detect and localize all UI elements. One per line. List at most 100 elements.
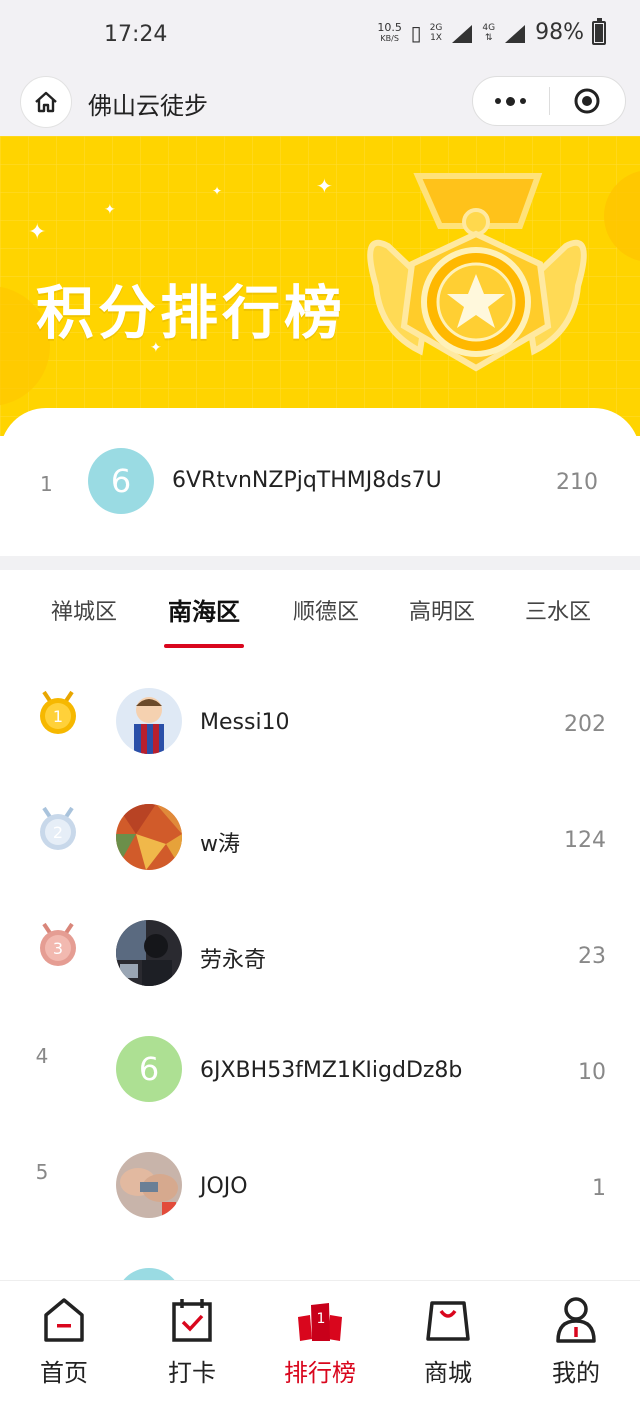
svg-text:3: 3: [53, 939, 63, 958]
svg-text:2: 2: [53, 823, 63, 842]
network-speed: 10.5 KB/S: [377, 22, 403, 44]
tabbar-label: 排行榜: [284, 1359, 356, 1387]
tabbar-label: 首页: [40, 1359, 88, 1387]
bottom-tab-bar: 首页 打卡 1 排行榜 商城 我的: [0, 1280, 640, 1408]
my-avatar: 6: [88, 448, 154, 514]
bronze-medal-icon: 3: [40, 922, 76, 966]
shopping-bag-icon: [426, 1301, 470, 1341]
tabbar-ranking[interactable]: 1 排行榜: [256, 1295, 384, 1395]
signal-icon: [452, 24, 473, 43]
photo-avatar-image: [116, 920, 182, 986]
person-icon: [556, 1297, 596, 1343]
network-type-2g: 2G 1X: [430, 23, 443, 43]
data-arrows-icon: ⇅: [484, 32, 493, 43]
sparkle-icon: ✦: [28, 220, 47, 245]
sparkle-icon: ✦: [212, 184, 223, 198]
ranking-row-partial[interactable]: [0, 1234, 640, 1280]
tabbar-checkin[interactable]: 打卡: [128, 1295, 256, 1395]
calendar-check-icon: [172, 1299, 212, 1342]
leaderboard-banner: ✦ ✦ ✦ ✦ ✦ 积分排行榜: [0, 136, 640, 436]
ranking-row[interactable]: 1 Messi10 202: [0, 654, 640, 770]
more-button[interactable]: [473, 77, 549, 125]
status-icons: 10.5 KB/S ▯ 2G 1X 4G ⇅ 98%: [377, 17, 606, 45]
tab-chancheng[interactable]: 禅城区: [26, 594, 142, 626]
network-2g-label: 2G: [429, 22, 443, 33]
my-score: 210: [556, 470, 598, 495]
sparkle-icon: ✦: [104, 202, 116, 218]
signal-icon-2: [505, 24, 526, 43]
row-username: JOJO: [200, 1174, 248, 1199]
network-type-4g: 4G ⇅: [482, 23, 495, 43]
row-score: 124: [564, 828, 606, 853]
ranking-row[interactable]: 4 6 6JXBH53fMZ1KIigdDz8b 10: [0, 1002, 640, 1118]
tab-nanhai[interactable]: 南海区: [146, 592, 262, 627]
banner-title: 积分排行榜: [36, 279, 347, 347]
district-tabs: 禅城区 南海区 顺德区 高明区 三水区: [0, 570, 640, 654]
avatar: [116, 688, 182, 754]
row-score: 1: [592, 1176, 606, 1201]
more-dot-icon: [495, 98, 502, 104]
ranking-row[interactable]: 3 劳永奇 23: [0, 886, 640, 1002]
battery-icon: [592, 17, 606, 45]
more-dot-icon: [520, 98, 527, 104]
row-score: 10: [578, 1060, 606, 1085]
gold-medal-icon: 1: [40, 690, 76, 734]
close-miniprogram-button[interactable]: [550, 77, 626, 125]
house-icon: [35, 91, 57, 113]
ranking-row[interactable]: 2 w涛 124: [0, 770, 640, 886]
home-icon: [44, 1298, 84, 1342]
tab-gaoming[interactable]: 高明区: [384, 594, 500, 626]
podium-icon: 1: [298, 1303, 342, 1341]
more-dot-icon: [506, 96, 516, 106]
ranking-list[interactable]: 1 Messi10 202 2 w涛 124 3 劳永奇 23 4 6 6JXB…: [0, 654, 640, 1280]
my-username: 6VRtvnNZPjqTHMJ8ds7U: [172, 468, 442, 493]
silver-medal-icon: 2: [40, 806, 76, 850]
tabbar-label: 我的: [552, 1359, 600, 1387]
network-speed-value: 10.5: [377, 20, 402, 34]
page-title: 佛山云徒步: [88, 92, 208, 120]
tab-shunde[interactable]: 顺德区: [268, 594, 384, 626]
row-rank-number: 5: [35, 1160, 49, 1184]
vibrate-icon: ▯: [410, 20, 422, 45]
network-1x-label: 1X: [430, 32, 442, 43]
avatar: [116, 920, 182, 986]
tab-sanshui[interactable]: 三水区: [500, 594, 616, 626]
row-username: 6JXBH53fMZ1KIigdDz8b: [200, 1058, 463, 1083]
row-score: 23: [578, 944, 606, 969]
target-close-icon: [574, 88, 600, 114]
status-time: 17:24: [104, 22, 168, 47]
tabbar-home[interactable]: 首页: [0, 1295, 128, 1395]
avatar: [116, 1152, 182, 1218]
active-tab-indicator: [164, 644, 244, 648]
avatar: [116, 1268, 182, 1280]
row-rank-number: 4: [35, 1044, 49, 1068]
polygon-avatar-image: [116, 804, 182, 870]
tabbar-label: 打卡: [168, 1359, 216, 1387]
sparkle-icon: ✦: [316, 174, 333, 198]
my-rank-card: 1 6 6VRtvnNZPjqTHMJ8ds7U 210: [0, 408, 640, 556]
avatar: [116, 804, 182, 870]
my-rank-number: 1: [40, 472, 53, 496]
menu-capsule: [472, 76, 626, 126]
network-speed-unit: KB/S: [380, 33, 399, 43]
leaderboard-page: 17:24 10.5 KB/S ▯ 2G 1X 4G ⇅ 98% 佛山云徒步 ✦…: [0, 0, 640, 1408]
row-username: w涛: [200, 832, 240, 857]
cartoon-avatar-image: [116, 688, 182, 754]
nav-bar: 佛山云徒步: [0, 72, 640, 136]
row-score: 202: [564, 712, 606, 737]
svg-text:1: 1: [317, 1311, 326, 1327]
row-username: 劳永奇: [200, 948, 267, 973]
avatar: 6: [116, 1036, 182, 1102]
row-username: Messi10: [200, 710, 290, 735]
home-button[interactable]: [20, 76, 72, 128]
section-divider: [0, 556, 640, 570]
status-bar: 17:24 10.5 KB/S ▯ 2G 1X 4G ⇅ 98%: [0, 0, 640, 72]
network-4g-label: 4G: [482, 22, 496, 33]
tabbar-shop[interactable]: 商城: [384, 1295, 512, 1395]
battery-percent: 98%: [535, 20, 584, 45]
ranking-row[interactable]: 5 JOJO 1: [0, 1118, 640, 1234]
svg-text:1: 1: [53, 707, 63, 726]
hands-photo-avatar-image: [116, 1152, 182, 1218]
tabbar-mine[interactable]: 我的: [512, 1295, 640, 1395]
tabbar-label: 商城: [424, 1359, 472, 1387]
